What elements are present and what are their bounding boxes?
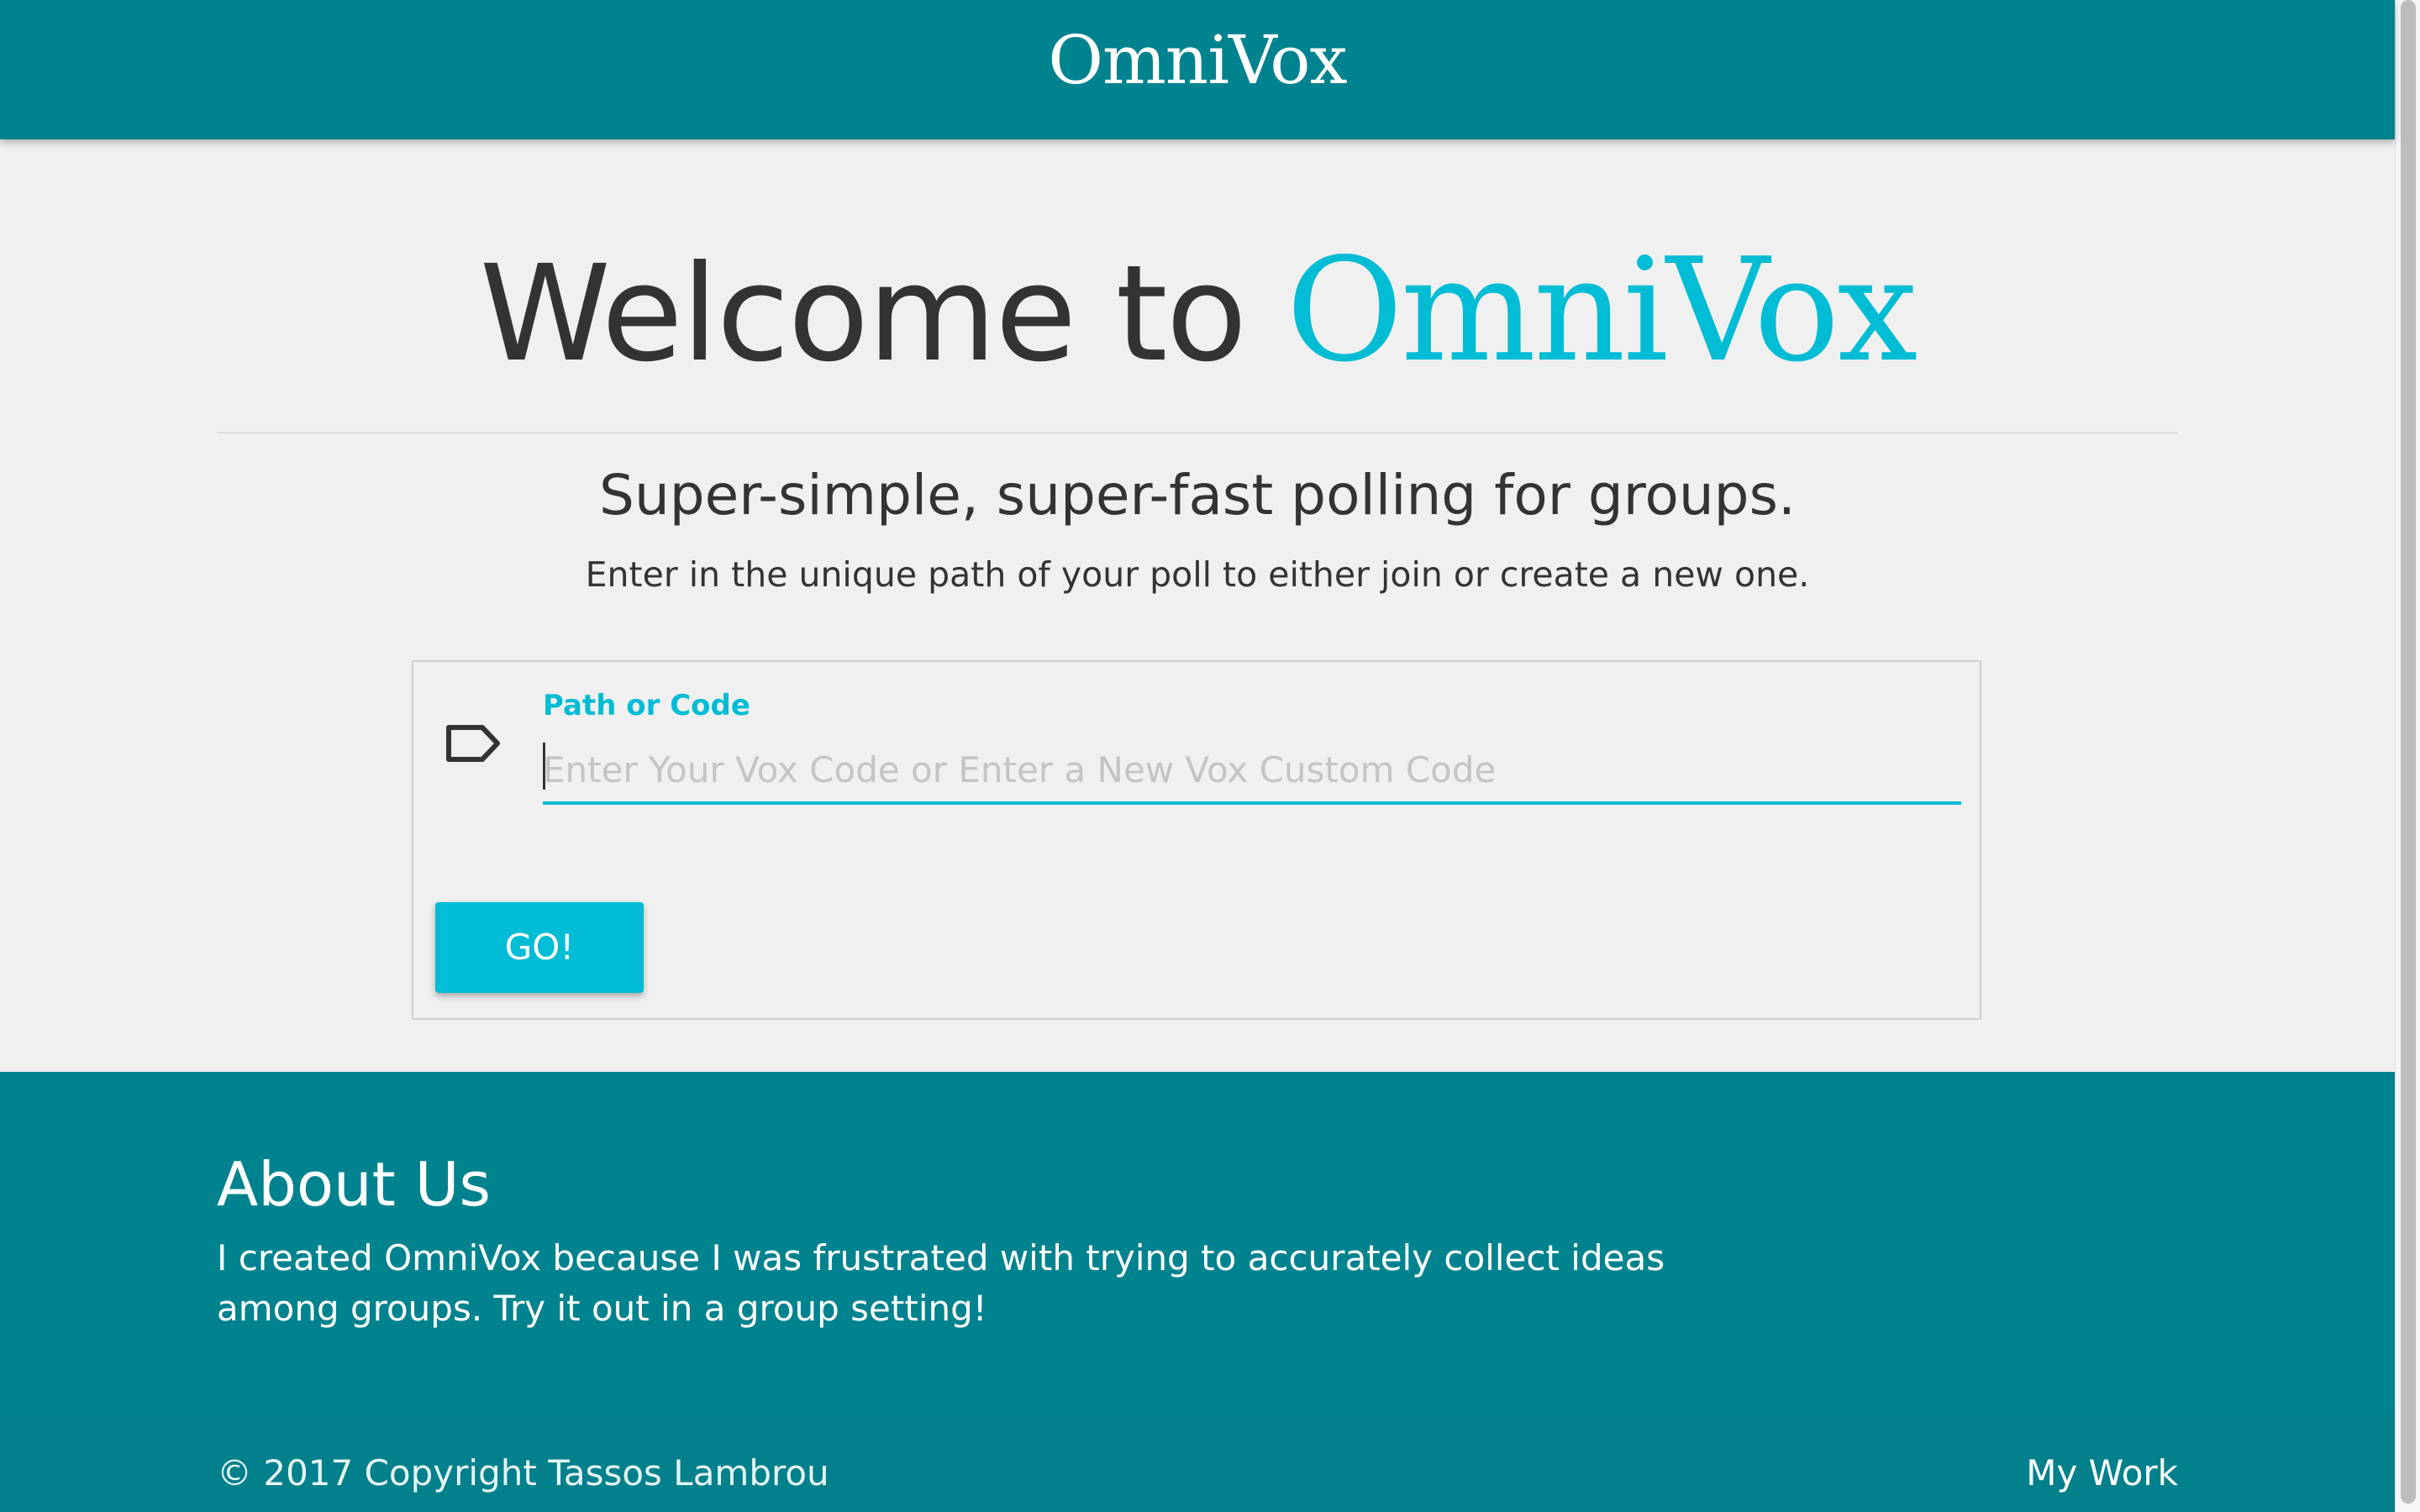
welcome-heading: Welcome to OmniVox xyxy=(0,227,2395,398)
about-text: I created OmniVox because I was frustrat… xyxy=(217,1237,1665,1329)
instructions-text: Enter in the unique path of your poll to… xyxy=(585,554,1810,595)
copyright-text: © 2017 Copyright Tassos Lambrou xyxy=(217,1452,829,1494)
path-or-code-input[interactable] xyxy=(543,738,1961,805)
hero-divider xyxy=(217,432,2178,433)
poll-path-form: Path or Code GO! xyxy=(412,660,1981,1020)
vertical-scrollbar[interactable] xyxy=(2395,0,2420,1512)
my-work-link[interactable]: My Work xyxy=(2026,1450,2178,1497)
page-footer: © 2017 Copyright Tassos Lambrou My Work xyxy=(0,1413,2395,1512)
path-or-code-label: Path or Code xyxy=(543,689,750,722)
about-title: About Us xyxy=(217,1149,491,1220)
text-cursor xyxy=(543,743,545,790)
label-tag-icon xyxy=(444,721,502,766)
go-button[interactable]: GO! xyxy=(435,902,644,993)
brand-logo[interactable]: OmniVox xyxy=(0,20,2395,101)
welcome-brand-name: OmniVox xyxy=(1286,228,1918,394)
top-navbar: OmniVox xyxy=(0,0,2395,139)
about-section: About Us I created OmniVox because I was… xyxy=(0,1072,2395,1413)
scrollbar-thumb[interactable] xyxy=(2401,0,2416,1504)
welcome-prefix: Welcome to xyxy=(479,237,1286,391)
page: OmniVox Welcome to OmniVox Super-simple,… xyxy=(0,0,2395,1512)
tagline: Super-simple, super-fast polling for gro… xyxy=(599,463,1796,528)
